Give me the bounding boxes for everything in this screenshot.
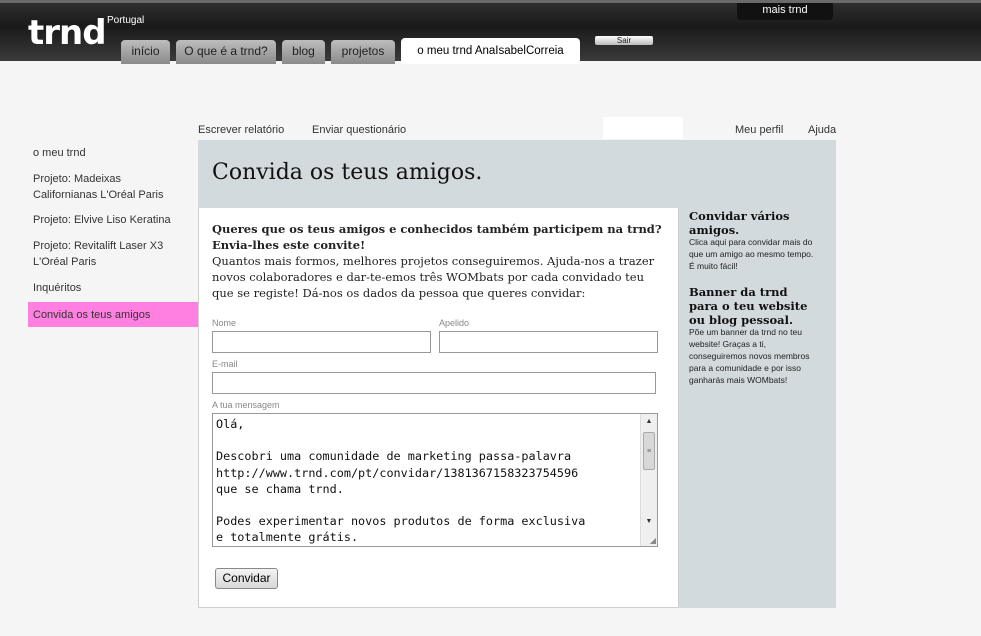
intro-body: Quantos mais formos, melhores projetos c… — [212, 254, 655, 300]
intro-text: Queres que os teus amigos e conhecidos t… — [212, 221, 668, 301]
country-label: Portugal — [107, 15, 145, 26]
tab-blog[interactable]: blog — [282, 40, 325, 64]
convidar-varios-text[interactable]: Clica aqui para convidar mais do que um … — [689, 236, 819, 272]
nome-field[interactable] — [212, 331, 431, 353]
sidebar-item-elvive[interactable]: Projeto: Elvive Liso Keratina — [33, 212, 171, 228]
email-field[interactable] — [212, 372, 656, 394]
intro-bold: Queres que os teus amigos e conhecidos t… — [212, 222, 662, 252]
tab-projetos[interactable]: projetos — [331, 40, 395, 64]
textarea-scrollbar[interactable]: ▲ ≡ ▼ — [640, 414, 657, 546]
sair-button[interactable]: Sair — [595, 36, 653, 45]
apelido-label: Apelido — [439, 318, 470, 328]
convidar-button[interactable]: Convidar — [215, 568, 278, 589]
mensagem-text: Olá, Descobri uma comunidade de marketin… — [216, 417, 586, 545]
sidebar-item-o-meu-trnd[interactable]: o meu trnd — [33, 145, 86, 161]
convidar-varios-heading[interactable]: Convidar vários amigos. — [689, 209, 819, 237]
mais-trnd-button[interactable]: mais trnd — [737, 3, 833, 20]
tab-o-meu-trnd[interactable]: o meu trnd AnaIsabelCorreia — [401, 38, 580, 64]
subnav-meu-perfil[interactable]: Meu perfil — [735, 124, 783, 136]
scroll-down-icon[interactable]: ▼ — [641, 514, 657, 529]
mensagem-label: A tua mensagem — [212, 400, 280, 410]
subnav-ajuda[interactable]: Ajuda — [808, 124, 836, 136]
email-label: E-mail — [212, 359, 238, 369]
subnav-escrever-relatorio[interactable]: Escrever relatório — [198, 124, 284, 136]
resize-grip-icon[interactable]: ◢ — [650, 536, 656, 545]
scroll-up-icon[interactable]: ▲ — [641, 414, 657, 429]
sidebar-item-madeixas[interactable]: Projeto: Madeixas Californianas L'Oréal … — [33, 171, 188, 203]
tab-o-que-e[interactable]: O que é a trnd? — [176, 40, 276, 64]
top-header: trnd Portugal mais trnd início O que é a… — [0, 0, 981, 64]
tab-inicio[interactable]: início — [121, 40, 170, 64]
sidebar-item-convida[interactable]: Convida os teus amigos — [33, 307, 150, 323]
page-title: Convida os teus amigos. — [212, 160, 483, 185]
banner-text[interactable]: Põe um banner da trnd no teu website! Gr… — [689, 326, 819, 386]
banner-heading: Banner da trnd para o teu website ou blo… — [689, 285, 808, 327]
trnd-logo[interactable]: trnd — [28, 13, 107, 53]
apelido-field[interactable] — [439, 331, 658, 353]
nome-label: Nome — [212, 318, 237, 328]
sidebar-item-inqueritos[interactable]: Inquéritos — [33, 280, 81, 296]
mensagem-textarea[interactable]: Olá, Descobri uma comunidade de marketin… — [212, 413, 658, 547]
subnav-enviar-questionario[interactable]: Enviar questionário — [312, 124, 406, 136]
subnav-blank-box — [603, 117, 683, 139]
sidebar-item-revitalift[interactable]: Projeto: Revitalift Laser X3 L'Oréal Par… — [33, 238, 173, 270]
scroll-thumb[interactable]: ≡ — [643, 432, 655, 470]
